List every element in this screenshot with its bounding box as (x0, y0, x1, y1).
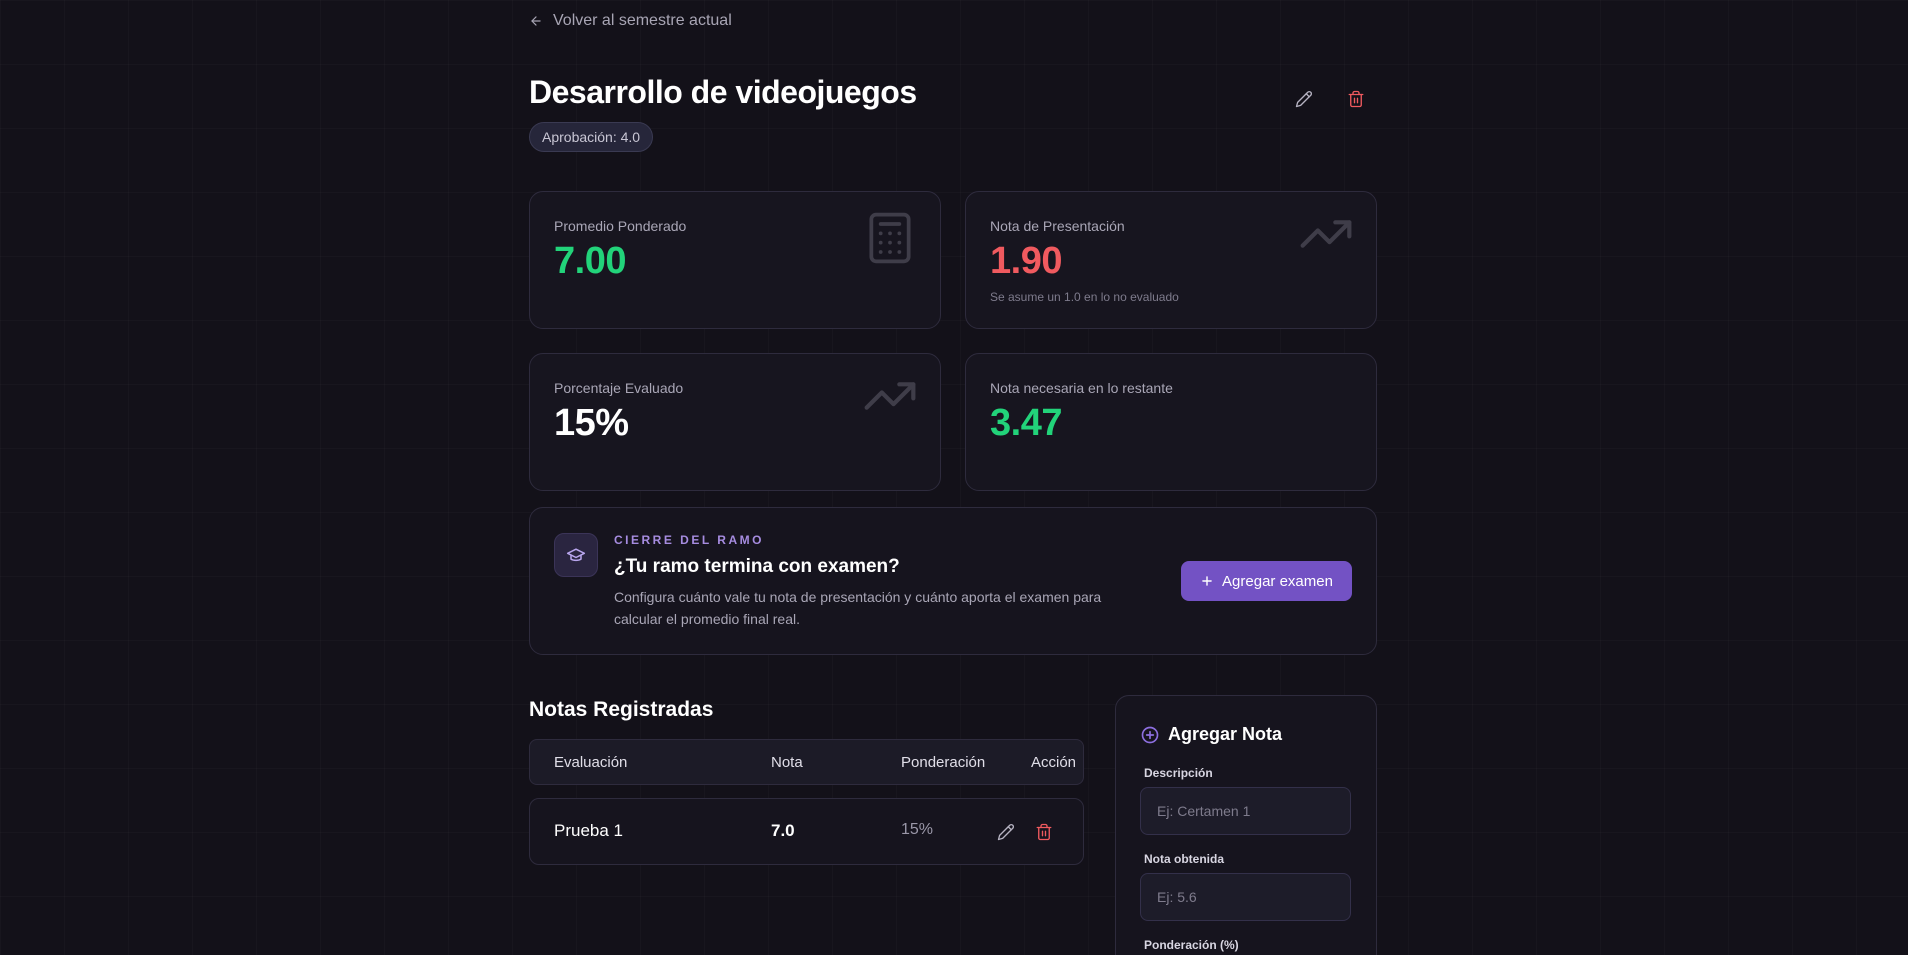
column-header-evaluacion: Evaluación (554, 754, 628, 771)
pencil-icon (1295, 91, 1312, 108)
edit-course-button[interactable] (1288, 83, 1320, 115)
weighted-average-label: Promedio Ponderado (554, 218, 687, 234)
grades-table-header: Evaluación Nota Ponderación Acción (529, 739, 1084, 785)
add-exam-label: Agregar examen (1222, 572, 1333, 590)
course-closing-description: Configura cuánto vale tu nota de present… (614, 589, 1102, 627)
trending-up-icon (864, 382, 916, 410)
needed-grade-value: 3.47 (990, 402, 1062, 444)
trending-up-icon (1300, 220, 1352, 248)
weighted-average-card: Promedio Ponderado 7.00 (529, 191, 941, 329)
course-closing-card: CIERRE DEL RAMO ¿Tu ramo termina con exa… (529, 507, 1377, 655)
presentation-grade-label: Nota de Presentación (990, 218, 1125, 234)
page-title: Desarrollo de videojuegos (529, 74, 917, 110)
evaluated-percentage-value: 15% (554, 402, 629, 444)
delete-course-button[interactable] (1340, 83, 1372, 115)
grades-section-title: Notas Registradas (529, 698, 714, 721)
row-evaluacion: Prueba 1 (554, 821, 623, 840)
add-grade-panel: Agregar Nota Descripción Nota obtenida P… (1115, 695, 1377, 955)
column-header-ponderacion: Ponderación (901, 754, 986, 771)
weight-label: Ponderación (%) (1144, 938, 1239, 952)
table-row: Prueba 1 7.0 15% (529, 798, 1084, 865)
trash-icon (1036, 823, 1052, 841)
presentation-grade-value: 1.90 (990, 240, 1062, 282)
needed-grade-label: Nota necesaria en lo restante (990, 380, 1173, 396)
course-closing-eyebrow: CIERRE DEL RAMO (614, 533, 764, 547)
add-grade-title: Agregar Nota (1140, 724, 1282, 745)
grade-input[interactable] (1140, 873, 1351, 921)
presentation-grade-note: Se asume un 1.0 en lo no evaluado (990, 290, 1179, 304)
back-link-label: Volver al semestre actual (553, 12, 732, 29)
weighted-average-value: 7.00 (554, 240, 626, 282)
edit-grade-button[interactable] (990, 816, 1022, 848)
back-link[interactable]: Volver al semestre actual (529, 12, 732, 30)
pencil-icon (997, 824, 1014, 841)
approval-badge: Aprobación: 4.0 (529, 122, 654, 152)
row-ponderacion: 15% (901, 821, 934, 838)
presentation-grade-card: Nota de Presentación 1.90 Se asume un 1.… (965, 191, 1377, 329)
add-exam-button[interactable]: Agregar examen (1181, 561, 1352, 601)
course-closing-heading: ¿Tu ramo termina con examen? (614, 556, 900, 577)
column-header-accion: Acción (1031, 754, 1077, 771)
calculator-icon (869, 212, 911, 264)
plus-icon (1202, 576, 1212, 586)
row-nota: 7.0 (771, 821, 795, 840)
add-grade-title-label: Agregar Nota (1168, 724, 1283, 744)
needed-grade-card: Nota necesaria en lo restante 3.47 (965, 353, 1377, 491)
grade-label: Nota obtenida (1144, 852, 1224, 866)
description-label: Descripción (1144, 766, 1213, 780)
graduation-cap-icon (554, 533, 598, 577)
evaluated-percentage-label: Porcentaje Evaluado (554, 380, 684, 396)
trash-icon (1348, 90, 1364, 108)
description-input[interactable] (1140, 787, 1351, 835)
evaluated-percentage-card: Porcentaje Evaluado 15% (529, 353, 941, 491)
arrow-left-icon (531, 16, 541, 26)
plus-circle-icon (1141, 726, 1159, 743)
delete-grade-button[interactable] (1028, 816, 1060, 848)
column-header-nota: Nota (771, 754, 803, 771)
